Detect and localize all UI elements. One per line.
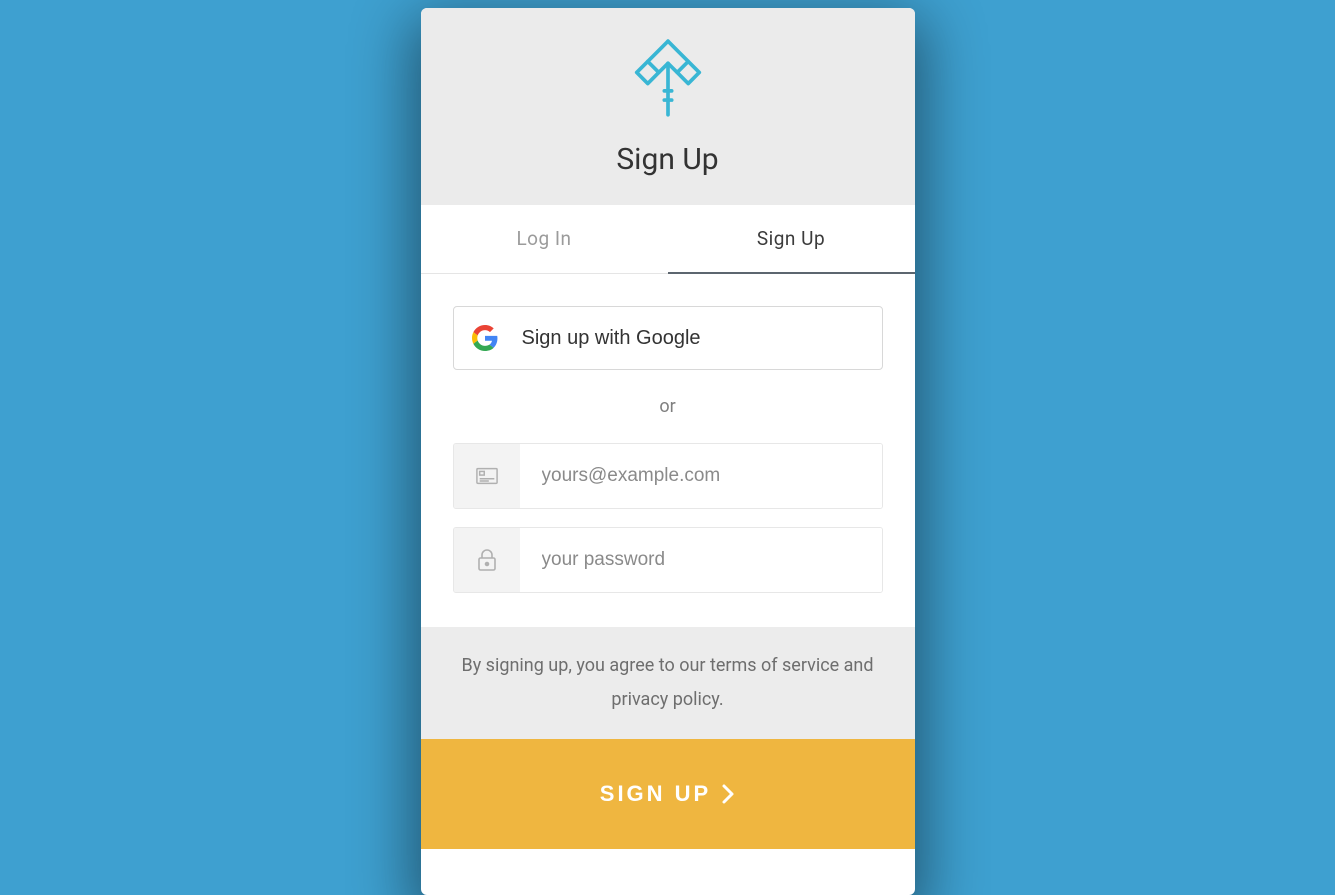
brand-logo-icon [622, 32, 714, 128]
form-body: Sign up with Google or [421, 274, 915, 627]
email-input[interactable] [520, 444, 882, 508]
submit-button[interactable]: SIGN UP [421, 739, 915, 849]
google-signup-label: Sign up with Google [522, 327, 701, 350]
terms-text: By signing up, you agree to our terms of… [421, 627, 915, 739]
lock-icon [454, 528, 520, 592]
separator-text: or [453, 396, 883, 417]
signup-card: Sign Up Log In Sign Up Sign up with Goog… [421, 8, 915, 895]
google-icon [472, 325, 498, 351]
tab-signup[interactable]: Sign Up [668, 205, 915, 274]
email-icon [454, 444, 520, 508]
card-header: Sign Up [421, 8, 915, 205]
page-title: Sign Up [441, 142, 895, 177]
password-input[interactable] [520, 528, 882, 592]
password-field-wrapper [453, 527, 883, 593]
google-signup-button[interactable]: Sign up with Google [453, 306, 883, 370]
auth-tabs: Log In Sign Up [421, 205, 915, 274]
chevron-right-icon [721, 783, 735, 805]
submit-label: SIGN UP [600, 781, 711, 807]
email-field-wrapper [453, 443, 883, 509]
tab-login[interactable]: Log In [421, 205, 668, 273]
